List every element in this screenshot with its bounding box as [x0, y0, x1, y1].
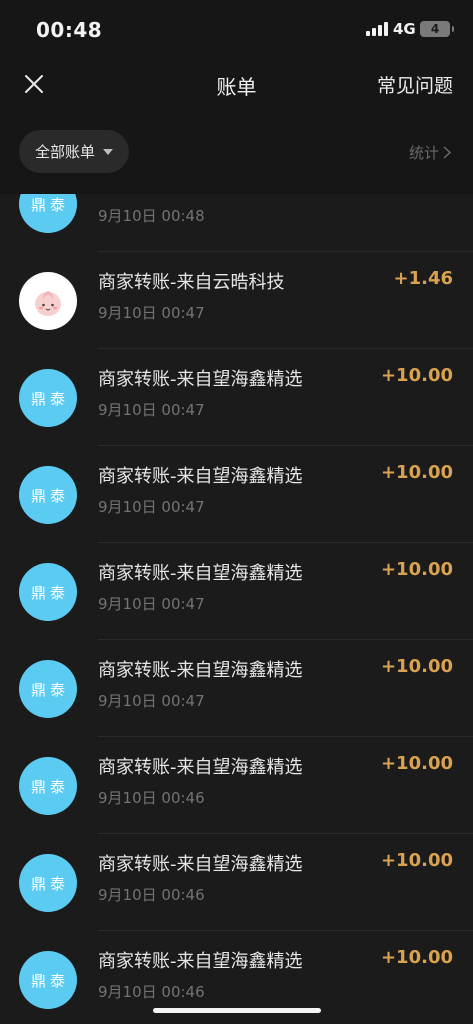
bill-amount: +10.00	[380, 656, 453, 677]
network-type: 4G	[393, 20, 416, 38]
avatar-char: 泰	[50, 874, 66, 893]
bill-title: 商家转账-来自云晧科技	[98, 272, 285, 293]
nav-bar: 账单 常见问题	[0, 58, 473, 114]
avatar-char: 鼎	[30, 486, 46, 505]
bill-time: 9月10日 00:46	[98, 789, 205, 807]
avatar-char: 泰	[50, 583, 66, 602]
bill-item[interactable]: 鼎泰商家转账-来自望海鑫精选 9月10日 00:46 +10.00	[0, 834, 473, 931]
bill-amount: +10.00	[380, 462, 453, 483]
avatar-char: 鼎	[30, 389, 46, 408]
avatar-char: 泰	[50, 971, 66, 990]
bill-title: 商家转账-来自望海鑫精选	[98, 369, 303, 390]
bill-title: 商家转账-来自望海鑫精选	[98, 466, 303, 487]
bill-item[interactable]: 商家转账-来自云晧科技 9月10日 00:47 +1.46	[0, 252, 473, 349]
home-indicator	[153, 1008, 321, 1013]
bill-time: 9月10日 00:47	[98, 498, 205, 516]
bill-title: 商家转账-来自望海鑫精选	[98, 854, 303, 875]
merchant-avatar	[19, 272, 77, 330]
merchant-avatar: 鼎泰	[19, 757, 77, 815]
bill-list[interactable]: 鼎泰商家转账-来自望海鑫精选9月10日 00:48+10.00商家转账-来自云晧…	[0, 194, 473, 1024]
avatar-char: 泰	[50, 777, 66, 796]
avatar-char: 鼎	[30, 777, 46, 796]
filter-label: 全部账单	[35, 143, 96, 161]
merchant-avatar: 鼎泰	[19, 951, 77, 1009]
merchant-avatar: 鼎泰	[19, 854, 77, 912]
merchant-avatar: 鼎泰	[19, 660, 77, 718]
merchant-avatar: 鼎泰	[19, 466, 77, 524]
status-bar: 00:48 4G 4	[0, 0, 473, 58]
bill-time: 9月10日 00:46	[98, 983, 205, 1001]
bill-amount: +1.46	[393, 268, 454, 289]
avatar-char: 鼎	[30, 195, 46, 214]
bill-item[interactable]: 鼎泰商家转账-来自望海鑫精选 9月10日 00:47 +10.00	[0, 543, 473, 640]
avatar-char: 鼎	[30, 680, 46, 699]
avatar-char: 鼎	[30, 583, 46, 602]
bill-time: 9月10日 00:47	[98, 692, 205, 710]
bill-amount: +10.00	[380, 850, 453, 871]
bill-amount: +10.00	[380, 559, 453, 580]
bill-title: 商家转账-来自望海鑫精选	[98, 951, 303, 972]
bill-time: 9月10日 00:47	[98, 595, 205, 613]
faq-link[interactable]: 常见问题	[377, 71, 453, 98]
merchant-avatar: 鼎泰	[19, 194, 77, 233]
battery-icon: 4	[420, 21, 454, 37]
bill-item[interactable]: 鼎泰商家转账-来自望海鑫精选 9月10日 00:46 +10.00	[0, 737, 473, 834]
chevron-right-icon	[443, 146, 451, 159]
avatar-char: 泰	[50, 680, 66, 699]
bill-time: 9月10日 00:47	[98, 401, 205, 419]
close-icon	[25, 75, 43, 93]
bill-title: 商家转账-来自望海鑫精选	[98, 660, 303, 681]
bill-item[interactable]: 鼎泰商家转账-来自望海鑫精选 9月10日 00:47 +10.00	[0, 446, 473, 543]
bill-title: 商家转账-来自望海鑫精选	[98, 194, 303, 197]
bill-item[interactable]: 鼎泰商家转账-来自望海鑫精选 9月10日 00:47 +10.00	[0, 640, 473, 737]
peach-mascot-icon	[35, 291, 61, 316]
caret-down-icon	[103, 148, 114, 155]
status-time: 00:48	[36, 18, 103, 42]
avatar-char: 泰	[50, 389, 66, 408]
bill-title: 商家转账-来自望海鑫精选	[98, 563, 303, 584]
close-button[interactable]	[20, 70, 48, 98]
bill-amount: +10.00	[380, 365, 453, 386]
avatar-char: 鼎	[30, 874, 46, 893]
avatar-char: 鼎	[30, 971, 46, 990]
bill-amount: +10.00	[380, 753, 453, 774]
filter-bar: 全部账单 统计	[0, 114, 473, 194]
merchant-avatar: 鼎泰	[19, 563, 77, 621]
bill-item[interactable]: 鼎泰商家转账-来自望海鑫精选 9月10日 00:47 +10.00	[0, 349, 473, 446]
bill-time: 9月10日 00:46	[98, 886, 205, 904]
bill-time: 9月10日 00:47	[98, 304, 205, 322]
merchant-avatar: 鼎泰	[19, 369, 77, 427]
bill-item[interactable]: 鼎泰商家转账-来自望海鑫精选9月10日 00:48+10.00	[0, 194, 473, 252]
bill-title: 商家转账-来自望海鑫精选	[98, 757, 303, 778]
avatar-char: 泰	[50, 486, 66, 505]
stats-link[interactable]: 统计	[409, 142, 451, 163]
signal-icon	[366, 22, 388, 36]
avatar-char: 泰	[50, 195, 66, 214]
bill-time: 9月10日 00:48	[98, 207, 205, 225]
all-bills-filter-button[interactable]: 全部账单	[19, 130, 130, 173]
bill-amount: +10.00	[380, 947, 453, 968]
stats-label: 统计	[408, 144, 439, 162]
